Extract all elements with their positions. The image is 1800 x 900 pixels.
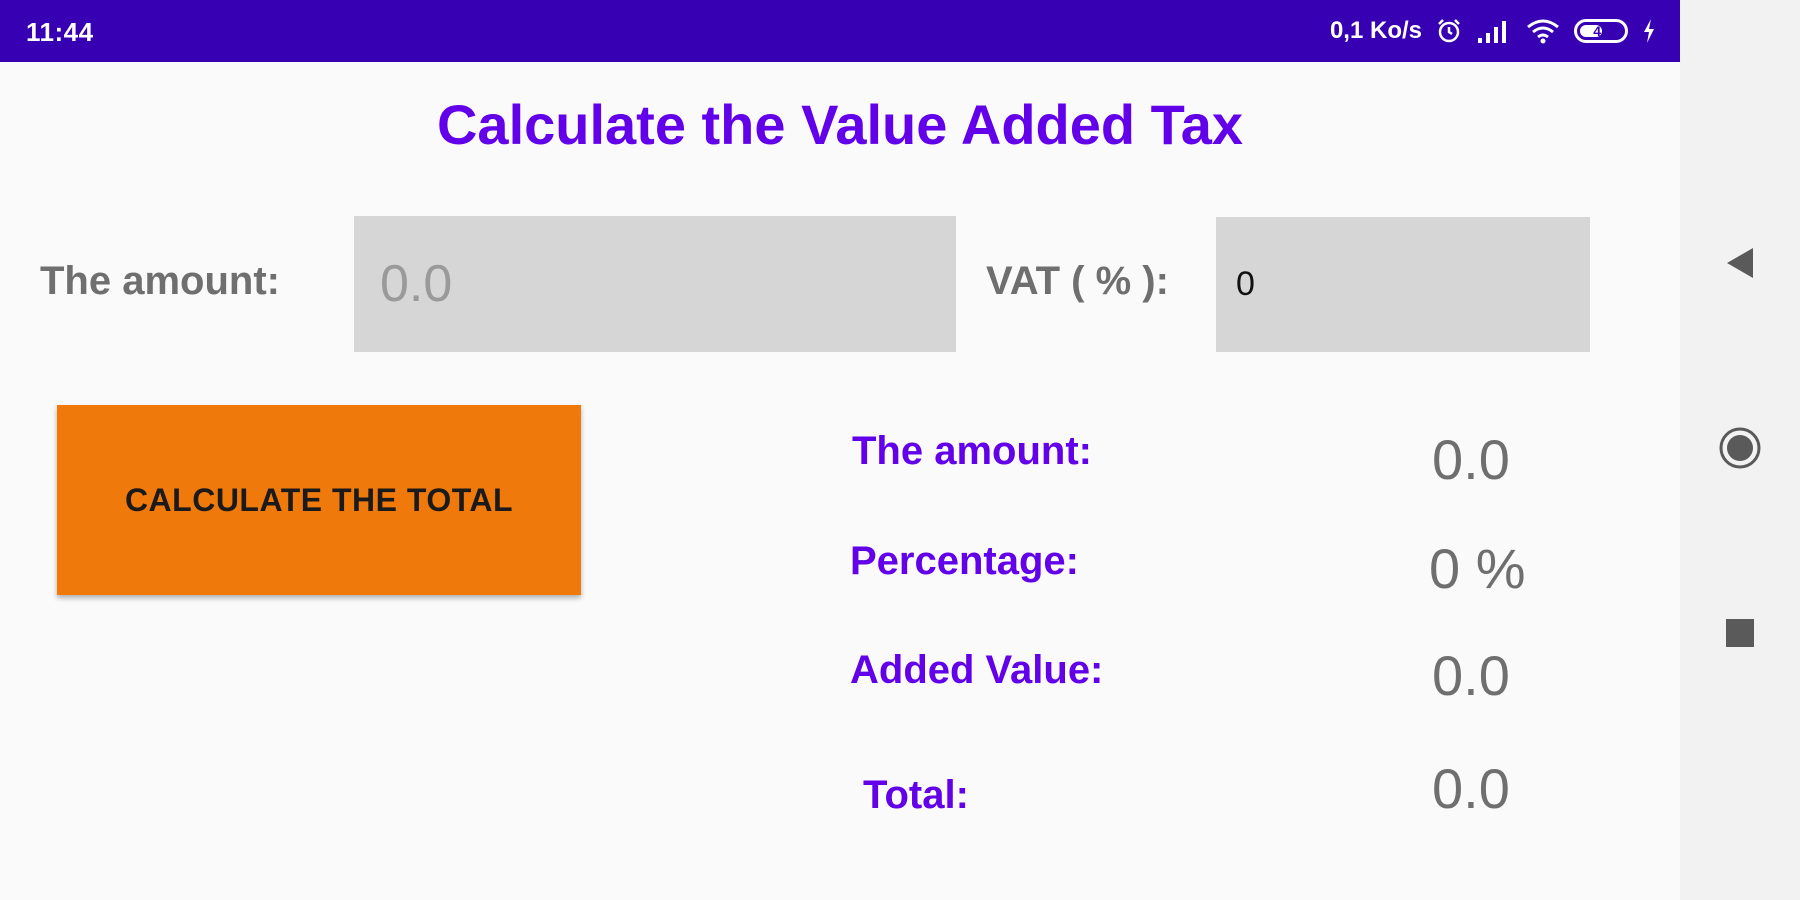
status-icons: 0,1 Ko/s 47 (1330, 14, 1656, 48)
result-total-label: Total: (863, 773, 969, 817)
back-icon (1725, 246, 1755, 285)
battery-icon: 47 (1574, 19, 1628, 43)
signal-icon (1476, 18, 1512, 44)
home-icon (1718, 426, 1762, 475)
wifi-icon (1526, 18, 1560, 44)
home-button[interactable] (1680, 425, 1800, 475)
result-amount-value: 0.0 (1432, 428, 1510, 491)
recents-icon (1725, 618, 1755, 653)
vat-input[interactable] (1216, 217, 1590, 352)
charging-icon (1642, 18, 1656, 44)
result-percentage-value: 0 % (1429, 537, 1526, 600)
result-added-value-label: Added Value: (850, 648, 1104, 692)
navigation-bar (1680, 0, 1800, 900)
amount-input-label: The amount: (40, 259, 280, 303)
result-added-value-value: 0.0 (1432, 644, 1510, 707)
status-time: 11:44 (26, 17, 94, 47)
app-screen: 11:44 0,1 Ko/s 47 Calculate the Value Ad… (0, 0, 1680, 900)
battery-level: 47 (1593, 23, 1609, 39)
alarm-icon (1436, 18, 1462, 44)
result-total-value: 0.0 (1432, 757, 1510, 820)
calculate-total-button[interactable]: CALCULATE THE TOTAL (57, 405, 581, 595)
page-title: Calculate the Value Added Tax (436, 93, 1243, 156)
amount-input[interactable] (354, 216, 956, 352)
vat-input-label: VAT ( % ): (986, 259, 1169, 303)
back-button[interactable] (1680, 240, 1800, 290)
result-amount-label: The amount: (852, 429, 1092, 473)
result-percentage-label: Percentage: (850, 539, 1079, 583)
status-bar: 11:44 0,1 Ko/s 47 (0, 0, 1680, 62)
network-speed: 0,1 Ko/s (1329, 17, 1422, 44)
recents-button[interactable] (1680, 610, 1800, 660)
